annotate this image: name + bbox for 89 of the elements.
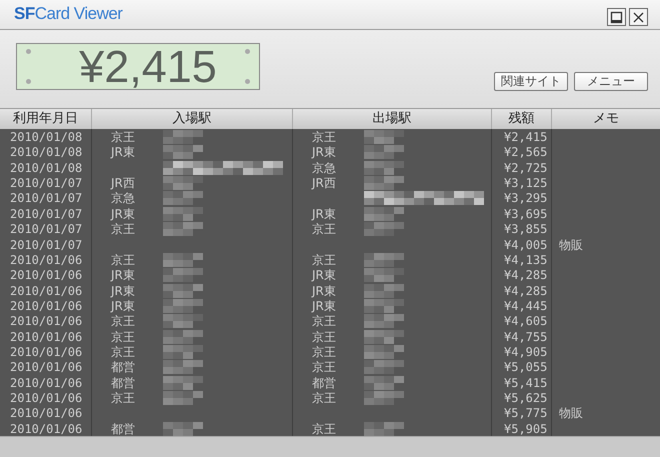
operator-cell-text: 京急 <box>312 160 337 175</box>
operator-cell-text: 京王 <box>312 422 337 436</box>
operator-cell-text: 京王 <box>111 130 136 144</box>
operator-cell-text: JR東 <box>312 284 337 298</box>
balance-cell: ¥2,565 <box>504 145 548 160</box>
balance-cell: ¥4,605 <box>504 314 548 328</box>
balance-cell: ¥2,415 <box>504 130 548 144</box>
operator-cell-text: JR東 <box>111 284 136 298</box>
operator-cell-text: JR東 <box>111 145 136 160</box>
date-cell: 2010/01/06 <box>10 406 82 420</box>
operator-cell-text: 京王 <box>312 360 337 374</box>
date-cell: 2010/01/06 <box>10 284 82 298</box>
maximize-button[interactable] <box>607 8 626 26</box>
operator-cell-text: JR西 <box>111 176 136 190</box>
date-cell: 2010/01/07 <box>10 176 82 190</box>
balance-cell: ¥5,055 <box>504 360 548 374</box>
operator-cell-text: JR東 <box>111 298 136 313</box>
operator-cell-text: 京王 <box>312 130 337 144</box>
balance-cell: ¥3,295 <box>504 191 548 206</box>
balance-cell: ¥3,125 <box>504 176 548 190</box>
operator-cell-text: 都営 <box>111 422 136 436</box>
date-cell: 2010/01/07 <box>10 206 82 221</box>
close-button[interactable] <box>629 8 648 26</box>
app-logo: SFCard Viewer <box>14 4 122 24</box>
operator-cell-text: 京王 <box>111 344 136 359</box>
column-header[interactable]: メモ <box>552 109 660 130</box>
memo-cell: 物販 <box>559 238 583 252</box>
operator-cell-text: 都営 <box>312 376 337 390</box>
operator-cell-text: JR東 <box>312 145 337 160</box>
balance-cell: ¥4,005 <box>504 238 548 252</box>
operator-cell-text: 京王 <box>312 330 337 344</box>
operator-cell-text: 京王 <box>312 390 337 405</box>
balance-cell: ¥4,445 <box>504 298 548 313</box>
operator-cell-text: JR東 <box>312 206 337 221</box>
memo-cell: 物販 <box>559 406 583 420</box>
date-cell: 2010/01/06 <box>10 360 82 374</box>
operator-cell-text: 京王 <box>312 344 337 359</box>
date-cell: 2010/01/06 <box>10 390 82 405</box>
date-cell: 2010/01/06 <box>10 268 82 282</box>
date-cell: 2010/01/06 <box>10 330 82 344</box>
date-cell: 2010/01/08 <box>10 130 82 144</box>
operator-cell-text: JR東 <box>111 206 136 221</box>
balance-cell: ¥3,695 <box>504 206 548 221</box>
operator-cell-text: 京王 <box>312 222 337 236</box>
balance-cell: ¥4,135 <box>504 252 548 267</box>
balance-cell: ¥5,625 <box>504 390 548 405</box>
operator-cell-text: 京王 <box>312 314 337 328</box>
date-cell: 2010/01/06 <box>10 314 82 328</box>
balance-cell: ¥5,905 <box>504 422 548 436</box>
date-cell: 2010/01/06 <box>10 422 82 436</box>
operator-cell-text: 京急 <box>111 191 136 206</box>
operator-cell-text: 京王 <box>312 252 337 267</box>
operator-cell-text: JR東 <box>312 298 337 313</box>
operator-cell-text: JR東 <box>312 268 337 282</box>
balance-cell: ¥5,415 <box>504 376 548 390</box>
column-header[interactable]: 入場駅 <box>92 109 293 130</box>
operator-cell-text: 都営 <box>111 376 136 390</box>
operator-cell-text: 京王 <box>111 222 136 236</box>
operator-cell-text: 京王 <box>111 314 136 328</box>
balance-cell: ¥4,755 <box>504 330 548 344</box>
column-header[interactable]: 出場駅 <box>293 109 492 130</box>
operator-cell-text: 京王 <box>111 330 136 344</box>
date-cell: 2010/01/06 <box>10 252 82 267</box>
date-cell: 2010/01/06 <box>10 376 82 390</box>
operator-cell-text: 京王 <box>111 252 136 267</box>
date-cell: 2010/01/08 <box>10 160 82 175</box>
operator-cell-text: 京王 <box>111 390 136 405</box>
balance-cell: ¥5,775 <box>504 406 548 420</box>
date-cell: 2010/01/08 <box>10 145 82 160</box>
date-cell: 2010/01/07 <box>10 191 82 206</box>
date-cell: 2010/01/06 <box>10 344 82 359</box>
toolbar-button[interactable]: 関連サイト <box>494 72 568 91</box>
balance-cell: ¥3,855 <box>504 222 548 236</box>
maximize-icon <box>610 10 623 24</box>
date-cell: 2010/01/07 <box>10 222 82 236</box>
close-icon <box>632 10 645 24</box>
balance-cell: ¥2,725 <box>504 160 548 175</box>
date-cell: 2010/01/07 <box>10 238 82 252</box>
column-header[interactable]: 利用年月日 <box>0 109 92 130</box>
date-cell: 2010/01/06 <box>10 298 82 313</box>
column-header[interactable]: 残額 <box>492 109 552 130</box>
operator-cell-text: JR西 <box>312 176 337 190</box>
operator-cell-text: 都営 <box>111 360 136 374</box>
operator-cell-text: JR東 <box>111 268 136 282</box>
toolbar-button[interactable]: メニュー <box>574 72 648 91</box>
balance-cell: ¥4,285 <box>504 268 548 282</box>
balance-display: ¥2,415 <box>16 42 260 90</box>
balance-cell: ¥4,285 <box>504 284 548 298</box>
balance-cell: ¥4,905 <box>504 344 548 359</box>
